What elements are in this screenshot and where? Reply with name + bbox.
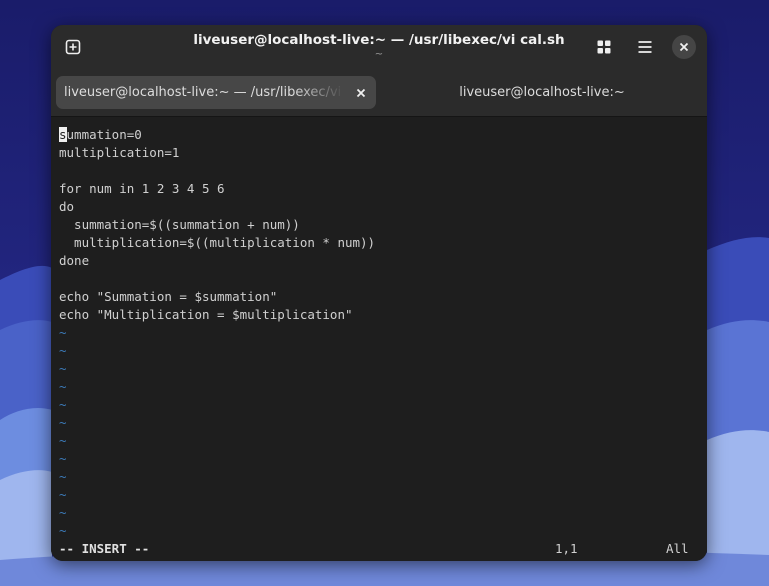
editor-line: echo "Multiplication = $multiplication" (59, 307, 353, 322)
editor-line: summation=$((summation + num)) (59, 217, 300, 232)
editor-line: multiplication=$((multiplication * num)) (59, 235, 376, 250)
header-bar: liveuser@localhost-live:~ — /usr/libexec… (51, 25, 707, 69)
grid-icon (597, 40, 611, 54)
tab-inactive[interactable]: liveuser@localhost-live:~ (382, 76, 702, 109)
status-scroll-position: All (666, 541, 689, 556)
new-tab-button[interactable] (58, 32, 88, 62)
tab-label: liveuser@localhost-live:~ (459, 85, 625, 100)
status-cursor-position: 1,1 (555, 541, 578, 556)
tab-overview-button[interactable] (589, 32, 619, 62)
editor-line: do (59, 199, 75, 214)
empty-line-marker: ~ (59, 343, 67, 358)
editor-line: multiplication=1 (59, 145, 180, 160)
empty-line-marker: ~ (59, 433, 67, 448)
close-icon (679, 42, 689, 52)
tab-close-icon (356, 88, 366, 98)
editor-line: echo "Summation = $summation" (59, 289, 278, 304)
vi-editor[interactable]: summation=0 multiplication=1 for num in … (51, 117, 707, 561)
terminal-window: liveuser@localhost-live:~ — /usr/libexec… (51, 25, 707, 561)
tab-close-button[interactable] (350, 82, 372, 104)
tab-active[interactable]: liveuser@localhost-live:~ — /usr/libexec… (56, 76, 376, 109)
status-mode: -- INSERT -- (59, 541, 150, 556)
empty-line-marker: ~ (59, 505, 67, 520)
window-title: liveuser@localhost-live:~ — /usr/libexec… (193, 32, 565, 48)
window-subtitle: ~ (374, 49, 384, 60)
empty-line-marker: ~ (59, 325, 67, 340)
editor-line: summation=0 (59, 127, 142, 142)
text-cursor: s (59, 127, 67, 142)
editor-line: done (59, 253, 90, 268)
window-close-button[interactable] (672, 35, 696, 59)
empty-line-marker: ~ (59, 379, 67, 394)
empty-line-marker: ~ (59, 469, 67, 484)
hamburger-menu-icon (638, 41, 652, 53)
empty-line-marker: ~ (59, 451, 67, 466)
tab-label: liveuser@localhost-live:~ — /usr/libexec… (64, 85, 344, 100)
empty-line-marker: ~ (59, 361, 67, 376)
tab-bar: liveuser@localhost-live:~ — /usr/libexec… (51, 69, 707, 117)
new-tab-icon (65, 39, 81, 55)
empty-line-marker: ~ (59, 487, 67, 502)
editor-line: for num in 1 2 3 4 5 6 (59, 181, 225, 196)
empty-line-marker: ~ (59, 523, 67, 538)
empty-line-marker: ~ (59, 415, 67, 430)
empty-line-marker: ~ (59, 397, 67, 412)
main-menu-button[interactable] (630, 32, 660, 62)
